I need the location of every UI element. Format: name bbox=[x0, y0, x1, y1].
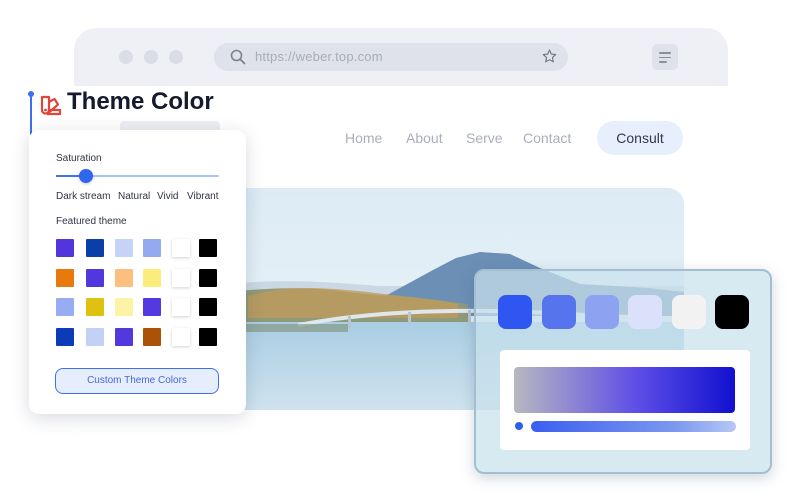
saturation-label: Saturation bbox=[56, 153, 102, 164]
picker-swatch[interactable] bbox=[542, 295, 576, 329]
featured-theme-label: Featured theme bbox=[56, 216, 127, 227]
saturation-option-vivid[interactable]: Vivid bbox=[157, 191, 179, 202]
picker-swatch[interactable] bbox=[672, 295, 706, 329]
saturation-option-natural[interactable]: Natural bbox=[118, 191, 150, 202]
theme-swatch[interactable] bbox=[56, 239, 74, 257]
theme-swatch[interactable] bbox=[86, 239, 104, 257]
theme-swatch[interactable] bbox=[115, 239, 133, 257]
saturation-option-vibrant[interactable]: Vibrant bbox=[187, 191, 219, 202]
theme-swatch[interactable] bbox=[56, 328, 74, 346]
saturation-slider-thumb[interactable] bbox=[79, 169, 93, 183]
hue-slider-handle[interactable] bbox=[515, 422, 523, 430]
theme-swatch[interactable] bbox=[172, 298, 190, 316]
theme-swatch[interactable] bbox=[86, 328, 104, 346]
saturation-option-dark-stream[interactable]: Dark stream bbox=[56, 191, 110, 202]
theme-swatch[interactable] bbox=[199, 328, 217, 346]
nav-home[interactable]: Home bbox=[345, 130, 382, 146]
custom-theme-colors-button[interactable]: Custom Theme Colors bbox=[55, 368, 219, 394]
nav-about[interactable]: About bbox=[406, 130, 443, 146]
palette-icon bbox=[39, 93, 63, 122]
hue-slider[interactable] bbox=[531, 421, 736, 432]
theme-swatch[interactable] bbox=[143, 239, 161, 257]
picker-swatch[interactable] bbox=[715, 295, 749, 329]
theme-swatch[interactable] bbox=[172, 328, 190, 346]
address-bar[interactable]: https://weber.top.com bbox=[214, 43, 568, 71]
theme-swatch[interactable] bbox=[143, 298, 161, 316]
theme-swatch[interactable] bbox=[115, 269, 133, 287]
theme-swatch[interactable] bbox=[199, 239, 217, 257]
theme-swatch[interactable] bbox=[143, 328, 161, 346]
theme-swatch[interactable] bbox=[115, 328, 133, 346]
theme-swatch[interactable] bbox=[86, 298, 104, 316]
url-text: https://weber.top.com bbox=[255, 49, 383, 64]
star-icon[interactable] bbox=[541, 48, 558, 70]
nav-contact[interactable]: Contact bbox=[523, 130, 571, 146]
theme-swatch[interactable] bbox=[56, 298, 74, 316]
nav-serve[interactable]: Serve bbox=[466, 130, 503, 146]
theme-swatch[interactable] bbox=[172, 269, 190, 287]
theme-swatch[interactable] bbox=[199, 298, 217, 316]
stage: https://weber.top.com Home About Serve C… bbox=[0, 0, 800, 500]
theme-swatch[interactable] bbox=[115, 298, 133, 316]
menu-icon[interactable] bbox=[652, 44, 678, 70]
page-title: Theme Color bbox=[67, 88, 214, 115]
theme-swatch[interactable] bbox=[172, 239, 190, 257]
window-dot[interactable] bbox=[119, 50, 133, 64]
consult-button[interactable]: Consult bbox=[597, 121, 683, 155]
picker-swatch[interactable] bbox=[628, 295, 662, 329]
color-gradient-area[interactable] bbox=[514, 367, 735, 413]
theme-settings-card: Saturation Dark stream Natural Vivid Vib… bbox=[29, 130, 246, 414]
color-picker-panel bbox=[474, 269, 772, 474]
theme-swatch[interactable] bbox=[86, 269, 104, 287]
browser-toolbar: https://weber.top.com bbox=[74, 28, 728, 86]
theme-swatch[interactable] bbox=[56, 269, 74, 287]
picker-swatch[interactable] bbox=[498, 295, 532, 329]
search-icon bbox=[230, 49, 246, 70]
theme-swatch[interactable] bbox=[199, 269, 217, 287]
theme-swatch[interactable] bbox=[143, 269, 161, 287]
picker-swatch[interactable] bbox=[585, 295, 619, 329]
window-dot[interactable] bbox=[169, 50, 183, 64]
color-picker-body bbox=[500, 350, 750, 450]
window-dot[interactable] bbox=[144, 50, 158, 64]
